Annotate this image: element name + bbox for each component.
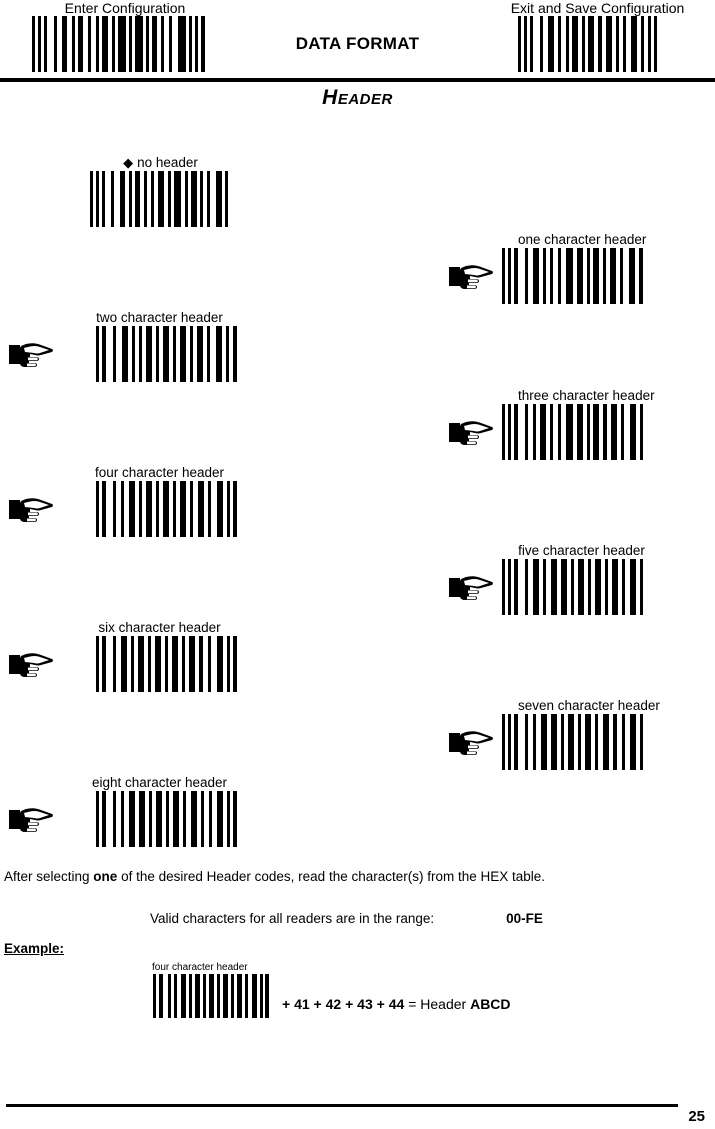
section-title: Header bbox=[322, 86, 393, 109]
exit-save-configuration-barcode[interactable] bbox=[490, 16, 680, 72]
option-one-character-header-barcode[interactable] bbox=[500, 248, 645, 304]
example-barcode-block[interactable]: four character header bbox=[152, 962, 270, 1018]
example-row: four character header + 41 + 42 + 43 + 4… bbox=[152, 962, 511, 1018]
option-six-character-header[interactable]: six character header bbox=[8, 620, 239, 692]
pointing-hand-icon bbox=[9, 808, 53, 832]
example-equation: + 41 + 42 + 43 + 44 = Header ABCD bbox=[282, 996, 511, 1018]
option-no-header-label-row: ◆ no header bbox=[88, 155, 233, 171]
option-four-character-header-row bbox=[8, 481, 239, 537]
option-eight-character-header-barcode[interactable] bbox=[94, 791, 239, 847]
example-plus-1: + bbox=[282, 996, 291, 1012]
option-one-character-header-label: one character header bbox=[518, 232, 647, 247]
option-three-character-header-label: three character header bbox=[518, 388, 655, 403]
option-no-header-barcode[interactable] bbox=[88, 171, 233, 227]
exit-save-configuration-label: Exit and Save Configuration bbox=[510, 0, 685, 16]
example-four-character-header-barcode[interactable] bbox=[152, 974, 270, 1018]
example-equals: = bbox=[408, 996, 417, 1012]
page-number: 25 bbox=[688, 1108, 705, 1125]
option-five-character-header-label: five character header bbox=[518, 543, 645, 558]
example-barcode-caption: four character header bbox=[152, 962, 248, 973]
note-after-selecting-post: of the desired Header codes, read the ch… bbox=[117, 869, 546, 884]
option-two-character-header-label: two character header bbox=[96, 310, 223, 325]
option-five-character-header-barcode[interactable] bbox=[500, 559, 645, 615]
pointing-hand-icon bbox=[449, 421, 493, 445]
example-hex-4: 44 bbox=[388, 996, 405, 1012]
option-four-character-header-label: four character header bbox=[94, 465, 225, 480]
option-seven-character-header-row bbox=[448, 714, 660, 770]
option-three-character-header-barcode[interactable] bbox=[500, 404, 645, 460]
option-six-character-header-barcode[interactable] bbox=[94, 636, 239, 692]
footer-divider-rule bbox=[6, 1104, 678, 1107]
option-no-header-label: no header bbox=[137, 155, 198, 170]
pointing-hand-icon bbox=[449, 731, 493, 755]
option-eight-character-header[interactable]: eight character header bbox=[8, 775, 239, 847]
default-diamond-icon: ◆ bbox=[123, 155, 134, 170]
enter-configuration-label: Enter Configuration bbox=[64, 0, 186, 16]
example-plus-3: + bbox=[345, 996, 354, 1012]
note-after-selecting-pre: After selecting bbox=[4, 869, 94, 884]
exit-save-configuration-block[interactable]: Exit and Save Configuration bbox=[490, 0, 705, 72]
example-plus-4: + bbox=[376, 996, 385, 1012]
option-no-header[interactable]: ◆ no header bbox=[88, 155, 233, 227]
configuration-bar: Enter Configuration DATA FORMAT Exit and… bbox=[0, 0, 715, 72]
valid-characters-label: Valid characters for all readers are in … bbox=[150, 911, 435, 926]
example-plus-2: + bbox=[313, 996, 322, 1012]
pointing-hand-icon bbox=[449, 265, 493, 289]
example-heading: Example: bbox=[4, 941, 65, 956]
option-five-character-header-row bbox=[448, 559, 645, 615]
option-six-character-header-row bbox=[8, 636, 239, 692]
note-after-selecting: After selecting one of the desired Heade… bbox=[4, 869, 545, 884]
note-valid-characters: Valid characters for all readers are in … bbox=[150, 911, 543, 926]
option-eight-character-header-label: eight character header bbox=[91, 775, 228, 790]
note-after-selecting-emphasis: one bbox=[93, 869, 118, 884]
option-two-character-header-barcode[interactable] bbox=[94, 326, 239, 382]
option-one-character-header-row bbox=[448, 248, 646, 304]
option-two-character-header-row bbox=[8, 326, 239, 382]
option-three-character-header[interactable]: three character header bbox=[448, 388, 655, 460]
option-four-character-header[interactable]: four character header bbox=[8, 465, 239, 537]
pointing-hand-icon bbox=[449, 576, 493, 600]
pointing-hand-icon bbox=[9, 653, 53, 677]
option-two-character-header[interactable]: two character header bbox=[8, 310, 239, 382]
example-hex-3: 43 bbox=[357, 996, 373, 1012]
option-eight-character-header-row bbox=[8, 791, 239, 847]
option-seven-character-header[interactable]: seven character header bbox=[448, 698, 660, 770]
example-hex-2: 42 bbox=[325, 996, 342, 1012]
document-page: Enter Configuration DATA FORMAT Exit and… bbox=[0, 0, 715, 1129]
option-four-character-header-barcode[interactable] bbox=[94, 481, 239, 537]
pointing-hand-icon bbox=[9, 343, 53, 367]
option-three-character-header-row bbox=[448, 404, 655, 460]
header-divider-rule bbox=[0, 78, 715, 82]
example-hex-1: 41 bbox=[294, 996, 310, 1012]
valid-characters-range: 00-FE bbox=[506, 911, 543, 926]
option-seven-character-header-label: seven character header bbox=[518, 698, 660, 713]
example-result-value: ABCD bbox=[470, 996, 511, 1012]
option-seven-character-header-barcode[interactable] bbox=[500, 714, 645, 770]
option-five-character-header[interactable]: five character header bbox=[448, 543, 645, 615]
pointing-hand-icon bbox=[9, 498, 53, 522]
option-six-character-header-label: six character header bbox=[98, 620, 221, 635]
option-one-character-header[interactable]: one character header bbox=[448, 232, 646, 304]
example-result-label: Header bbox=[420, 996, 467, 1012]
